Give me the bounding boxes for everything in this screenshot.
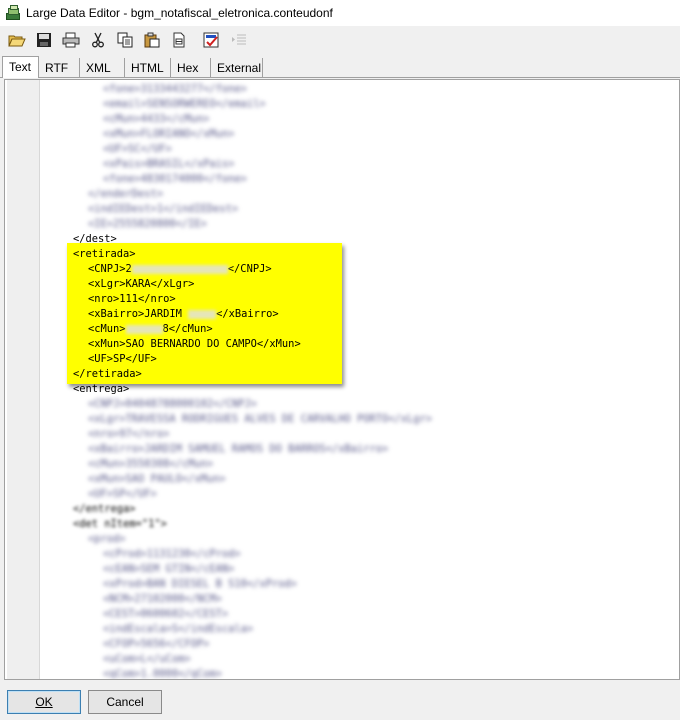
spellcheck-icon[interactable] [201, 29, 223, 51]
code-line: <prod> [88, 533, 126, 545]
code-line: <cProd>1131230</cProd> [103, 548, 241, 560]
cancel-button[interactable]: Cancel [88, 690, 162, 714]
code-line: <qCom>1.0000</qCom> [103, 668, 222, 680]
retirada-nro-line: <nro>111</nro> [88, 293, 176, 305]
entrega-close-tag: </entrega> [73, 503, 136, 515]
code-line: <fone>4830174000</fone> [103, 173, 247, 185]
tab-rtf[interactable]: RTF [39, 58, 80, 78]
retirada-xmun-line: <xMun>SAO BERNARDO DO CAMPO</xMun> [88, 338, 301, 350]
retirada-uf-line: <UF>SP</UF> [88, 353, 157, 365]
code-line: <nro>97</nro> [88, 428, 170, 440]
code-line: <IE>2555820800</IE> [88, 218, 207, 230]
redacted-value [125, 324, 163, 334]
tab-bar: Text RTF XML HTML Hex External [0, 56, 680, 78]
redacted-value [131, 264, 228, 274]
retirada-open-tag: <retirada> [73, 248, 136, 260]
tab-xml[interactable]: XML [80, 58, 125, 78]
code-line: </enderDest> [88, 188, 164, 200]
text-editor[interactable]: <fone>3133443277</fone> <email>SENSORWER… [4, 79, 680, 680]
code-line: <CFOP>5656</CFOP> [103, 638, 210, 650]
tab-text[interactable]: Text [2, 56, 39, 78]
print-icon[interactable] [60, 29, 82, 51]
code-line: <cMun>3550308</cMun> [88, 458, 214, 470]
retirada-close-tag: </retirada> [73, 368, 142, 380]
ok-button-label: OK [35, 695, 53, 709]
cancel-button-label: Cancel [106, 695, 144, 709]
code-line: <xProd>BAN DIESEL B S10</xProd> [103, 578, 297, 590]
ok-button[interactable]: OK [7, 690, 81, 714]
app-icon [5, 5, 21, 21]
retirada-xbairro-line: <xBairro>JARDIM </xBairro> [88, 308, 279, 320]
indent-icon[interactable] [228, 29, 250, 51]
entrega-open-tag: <entrega> [73, 383, 130, 395]
tab-external[interactable]: External [211, 58, 263, 78]
copy-icon[interactable] [114, 29, 136, 51]
code-line: <cMun>4433</cMun> [103, 113, 210, 125]
tab-divider [0, 77, 680, 78]
det-open-tag: <det nItem="1"> [73, 518, 167, 530]
retirada-xlgr-line: <xLgr>KARA</xLgr> [88, 278, 195, 290]
code-line: <xPais>BRASIL</xPais> [103, 158, 235, 170]
code-line: <CEST>0600602</CEST> [103, 608, 229, 620]
code-line: <CNPJ>04048788000102</CNPJ> [88, 398, 257, 410]
code-line: <UF>SP</UF> [88, 488, 157, 500]
editor-content[interactable]: <fone>3133443277</fone> <email>SENSORWER… [43, 80, 679, 679]
toolbar [0, 26, 680, 54]
code-line: <xMun>FLORIANO</xMun> [103, 128, 235, 140]
open-folder-icon[interactable] [6, 29, 28, 51]
redacted-value [188, 309, 217, 319]
cut-icon[interactable] [87, 29, 109, 51]
title-bar: Large Data Editor - bgm_notafiscal_eletr… [0, 0, 680, 26]
tab-hex[interactable]: Hex [171, 58, 211, 78]
code-line: <UF>SC</UF> [103, 143, 172, 155]
code-line: <xMun>SAO PAULO</xMun> [88, 473, 226, 485]
code-line: <cEAN>SEM GTIN</cEAN> [103, 563, 235, 575]
code-line: <indEscala>S</indEscala> [103, 623, 254, 635]
code-line: <email>SENSORWEREO</email> [103, 98, 266, 110]
code-line: <NCM>27102000</NCM> [103, 593, 222, 605]
paste-icon[interactable] [141, 29, 163, 51]
code-line: <xBairro>JARDIM SAMUEL RAMOS DO BARROS</… [88, 443, 389, 455]
code-line: <uCom>L</uCom> [103, 653, 191, 665]
code-line: <indIEDest>1</indIEDest> [88, 203, 239, 215]
retirada-cnpj-line: <CNPJ>2 </CNPJ> [88, 263, 272, 275]
code-line: <xLgr>TRAVESSA RODRIGUES ALVES DE CARVAL… [88, 413, 433, 425]
code-line: <fone>3133443277</fone> [103, 83, 247, 95]
editor-gutter [7, 80, 40, 679]
window-title: Large Data Editor - bgm_notafiscal_eletr… [26, 6, 333, 20]
file-icon[interactable] [168, 29, 190, 51]
tab-html[interactable]: HTML [125, 58, 171, 78]
retirada-cmun-line: <cMun> 8</cMun> [88, 323, 213, 335]
save-icon[interactable] [33, 29, 55, 51]
